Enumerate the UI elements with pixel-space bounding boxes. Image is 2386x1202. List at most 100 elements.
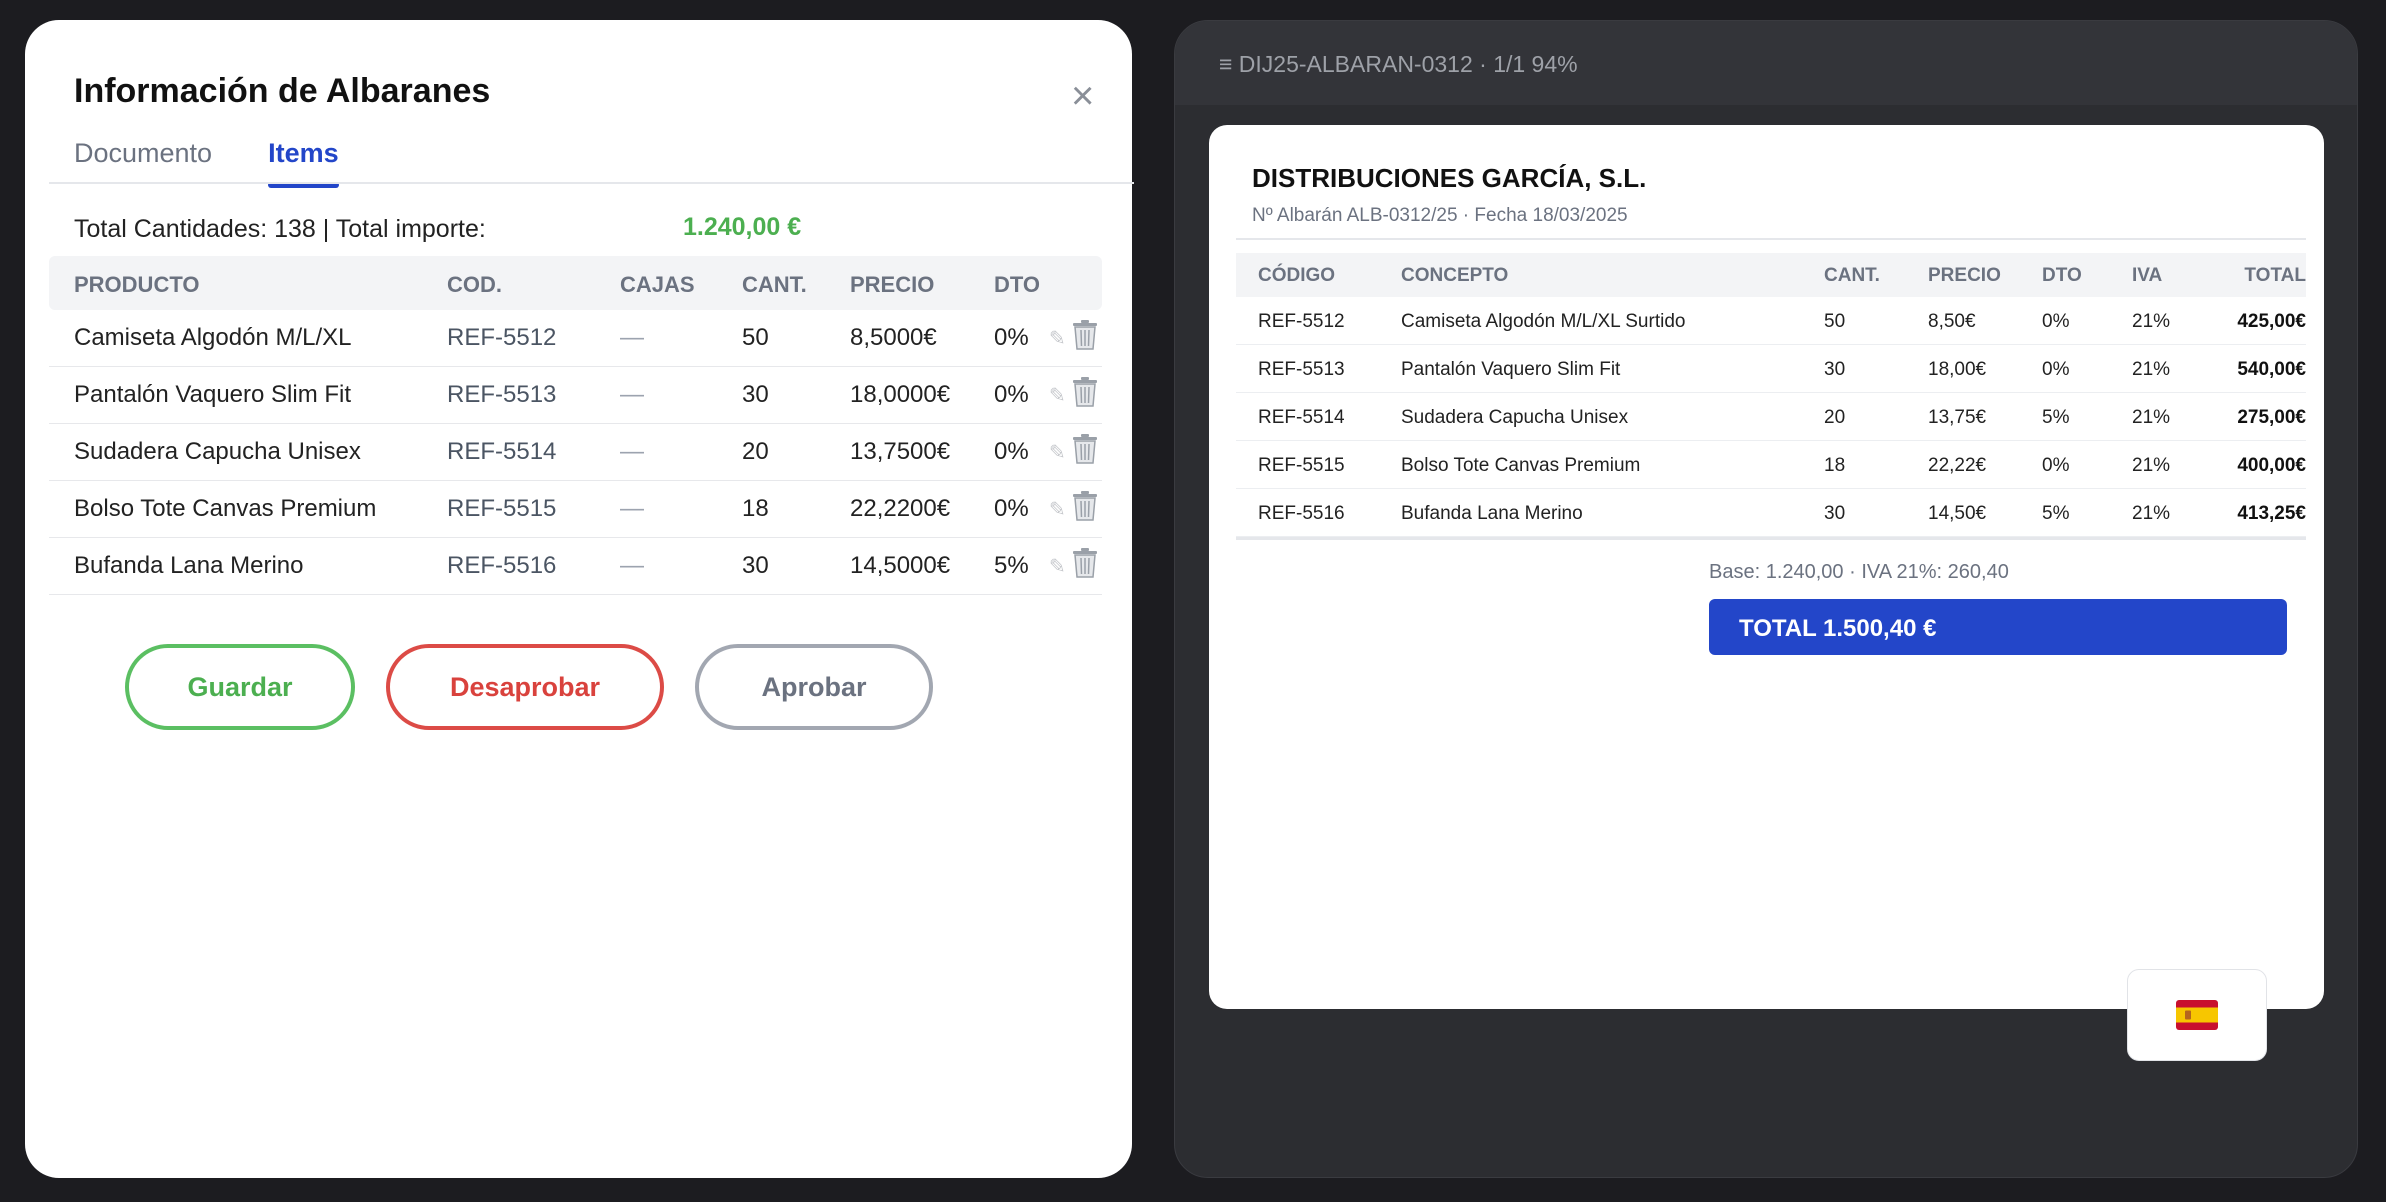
spain-flag-icon [2176, 1000, 2218, 1030]
product-name: Pantalón Vaquero Slim Fit [74, 381, 352, 408]
pencil-icon[interactable]: ✎ [1049, 440, 1066, 465]
doc-line-total: 400,00€ [2237, 455, 2306, 476]
doc-price: 8,50€ [1928, 311, 1976, 332]
table-row[interactable]: Bufanda Lana Merino REF-5516 — 30 14,5000€ 5%… [49, 538, 1102, 595]
doc-column-iva: IVA [2132, 265, 2163, 286]
doc-code: REF-5514 [1258, 407, 1345, 428]
document-table-bottom-rule [1236, 537, 2306, 540]
trash-icon[interactable] [1072, 320, 1098, 350]
price-value: 13,7500€ [850, 438, 951, 465]
document-row: REF-5513 Pantalón Vaquero Slim Fit 30 18,00… [1236, 345, 2306, 393]
approve-button[interactable]: Aprobar [695, 644, 933, 730]
doc-quantity: 30 [1824, 359, 1846, 380]
doc-discount: 0% [2042, 311, 2070, 332]
doc-code: REF-5516 [1258, 503, 1345, 524]
doc-vat: 21% [2132, 311, 2171, 332]
table-row[interactable]: Bolso Tote Canvas Premium REF-5515 — 18 22,2… [49, 481, 1102, 538]
doc-line-total: 540,00€ [2237, 359, 2306, 380]
boxes-value: — [620, 495, 644, 522]
doc-quantity: 30 [1824, 503, 1846, 524]
column-header-cod: COD. [447, 272, 502, 297]
doc-line-total: 425,00€ [2237, 311, 2306, 332]
document-info: Nº Albarán ALB-0312/25 · Fecha 18/03/202… [1252, 205, 1628, 226]
column-header-producto: PRODUCTO [74, 272, 200, 297]
product-code: REF-5513 [447, 381, 557, 408]
doc-column-codigo: CÓDIGO [1258, 265, 1336, 286]
trash-icon[interactable] [1072, 491, 1098, 521]
pencil-icon[interactable]: ✎ [1049, 383, 1066, 408]
price-value: 8,5000€ [850, 324, 937, 351]
doc-price: 13,75€ [1928, 407, 1987, 428]
language-button[interactable] [2127, 969, 2267, 1061]
quantity-value: 30 [742, 381, 769, 408]
albaranes-modal: Información de Albaranes × Documento Ite… [25, 20, 1134, 1178]
doc-quantity: 18 [1824, 455, 1846, 476]
table-row[interactable]: Pantalón Vaquero Slim Fit REF-5513 — 30 18,0… [49, 367, 1102, 424]
totals-summary: Total Cantidades: 138 | Total importe: [74, 215, 486, 243]
document-table-header: CÓDIGO CONCEPTO CANT. PRECIO DTO IVA TOT… [1236, 253, 2306, 297]
discount-value: 5% [994, 552, 1029, 579]
tab-items[interactable]: Items [268, 138, 339, 188]
tax-base-line: Base: 1.240,00 · IVA 21%: 260,40 [1709, 561, 2009, 583]
document-row: REF-5514 Sudadera Capucha Unisex 20 13,75€ 5… [1236, 393, 2306, 441]
company-name: DISTRIBUCIONES GARCÍA, S.L. [1252, 163, 1647, 193]
close-icon[interactable]: × [1071, 76, 1094, 116]
price-value: 18,0000€ [850, 381, 951, 408]
modal-title: Información de Albaranes [74, 72, 491, 110]
document-divider [1236, 238, 2306, 240]
reject-button[interactable]: Desaprobar [386, 644, 664, 730]
boxes-value: — [620, 552, 644, 579]
document-row: REF-5516 Bufanda Lana Merino 30 14,50€ 5% 21%… [1236, 489, 2306, 537]
product-name: Bufanda Lana Merino [74, 552, 304, 579]
doc-discount: 0% [2042, 455, 2070, 476]
doc-vat: 21% [2132, 407, 2171, 428]
trash-icon[interactable] [1072, 377, 1098, 407]
product-name: Camiseta Algodón M/L/XL [74, 324, 352, 351]
doc-column-dto: DTO [2042, 265, 2082, 286]
viewer-title: ≡ DIJ25-ALBARAN-0312 · 1/1 94% [1219, 51, 1578, 77]
discount-value: 0% [994, 495, 1029, 522]
table-row[interactable]: Camiseta Algodón M/L/XL REF-5512 — 50 8,5000… [49, 310, 1102, 367]
doc-column-precio: PRECIO [1928, 265, 2001, 286]
doc-concept: Pantalón Vaquero Slim Fit [1401, 359, 1621, 380]
trash-icon[interactable] [1072, 548, 1098, 578]
tabs-divider [49, 182, 1134, 184]
doc-vat: 21% [2132, 503, 2171, 524]
price-value: 22,2200€ [850, 495, 951, 522]
pencil-icon[interactable]: ✎ [1049, 554, 1066, 579]
doc-price: 22,22€ [1928, 455, 1987, 476]
doc-quantity: 50 [1824, 311, 1846, 332]
doc-concept: Bolso Tote Canvas Premium [1401, 455, 1641, 476]
table-row[interactable]: Sudadera Capucha Unisex REF-5514 — 20 13,750… [49, 424, 1102, 481]
quantity-value: 50 [742, 324, 769, 351]
pencil-icon[interactable]: ✎ [1049, 497, 1066, 522]
document-row: REF-5515 Bolso Tote Canvas Premium 18 22,22… [1236, 441, 2306, 489]
save-button[interactable]: Guardar [125, 644, 355, 730]
tab-bar: Documento Items [74, 138, 395, 188]
boxes-value: — [620, 438, 644, 465]
product-code: REF-5516 [447, 552, 557, 579]
quantity-value: 30 [742, 552, 769, 579]
price-value: 14,5000€ [850, 552, 951, 579]
trash-icon[interactable] [1072, 434, 1098, 464]
column-header-precio: PRECIO [850, 272, 935, 297]
document-lines-table: CÓDIGO CONCEPTO CANT. PRECIO DTO IVA TOT… [1236, 253, 2306, 540]
doc-column-concepto: CONCEPTO [1401, 265, 1509, 286]
doc-code: REF-5512 [1258, 311, 1345, 332]
tab-documento[interactable]: Documento [74, 138, 212, 188]
items-table-header: PRODUCTO COD. CAJAS CANT. PRECIO DTO [49, 256, 1102, 310]
doc-concept: Camiseta Algodón M/L/XL Surtido [1401, 311, 1686, 332]
product-code: REF-5515 [447, 495, 557, 522]
doc-quantity: 20 [1824, 407, 1846, 428]
doc-code: REF-5513 [1258, 359, 1345, 380]
doc-discount: 5% [2042, 503, 2070, 524]
doc-concept: Bufanda Lana Merino [1401, 503, 1583, 524]
document-viewer: ≡ DIJ25-ALBARAN-0312 · 1/1 94% DISTRIBUC… [1174, 20, 2358, 1178]
doc-line-total: 275,00€ [2237, 407, 2306, 428]
discount-value: 0% [994, 381, 1029, 408]
column-header-dto: DTO [994, 272, 1041, 297]
column-header-cajas: CAJAS [620, 272, 695, 297]
pencil-icon[interactable]: ✎ [1049, 326, 1066, 351]
doc-vat: 21% [2132, 359, 2171, 380]
doc-discount: 0% [2042, 359, 2070, 380]
